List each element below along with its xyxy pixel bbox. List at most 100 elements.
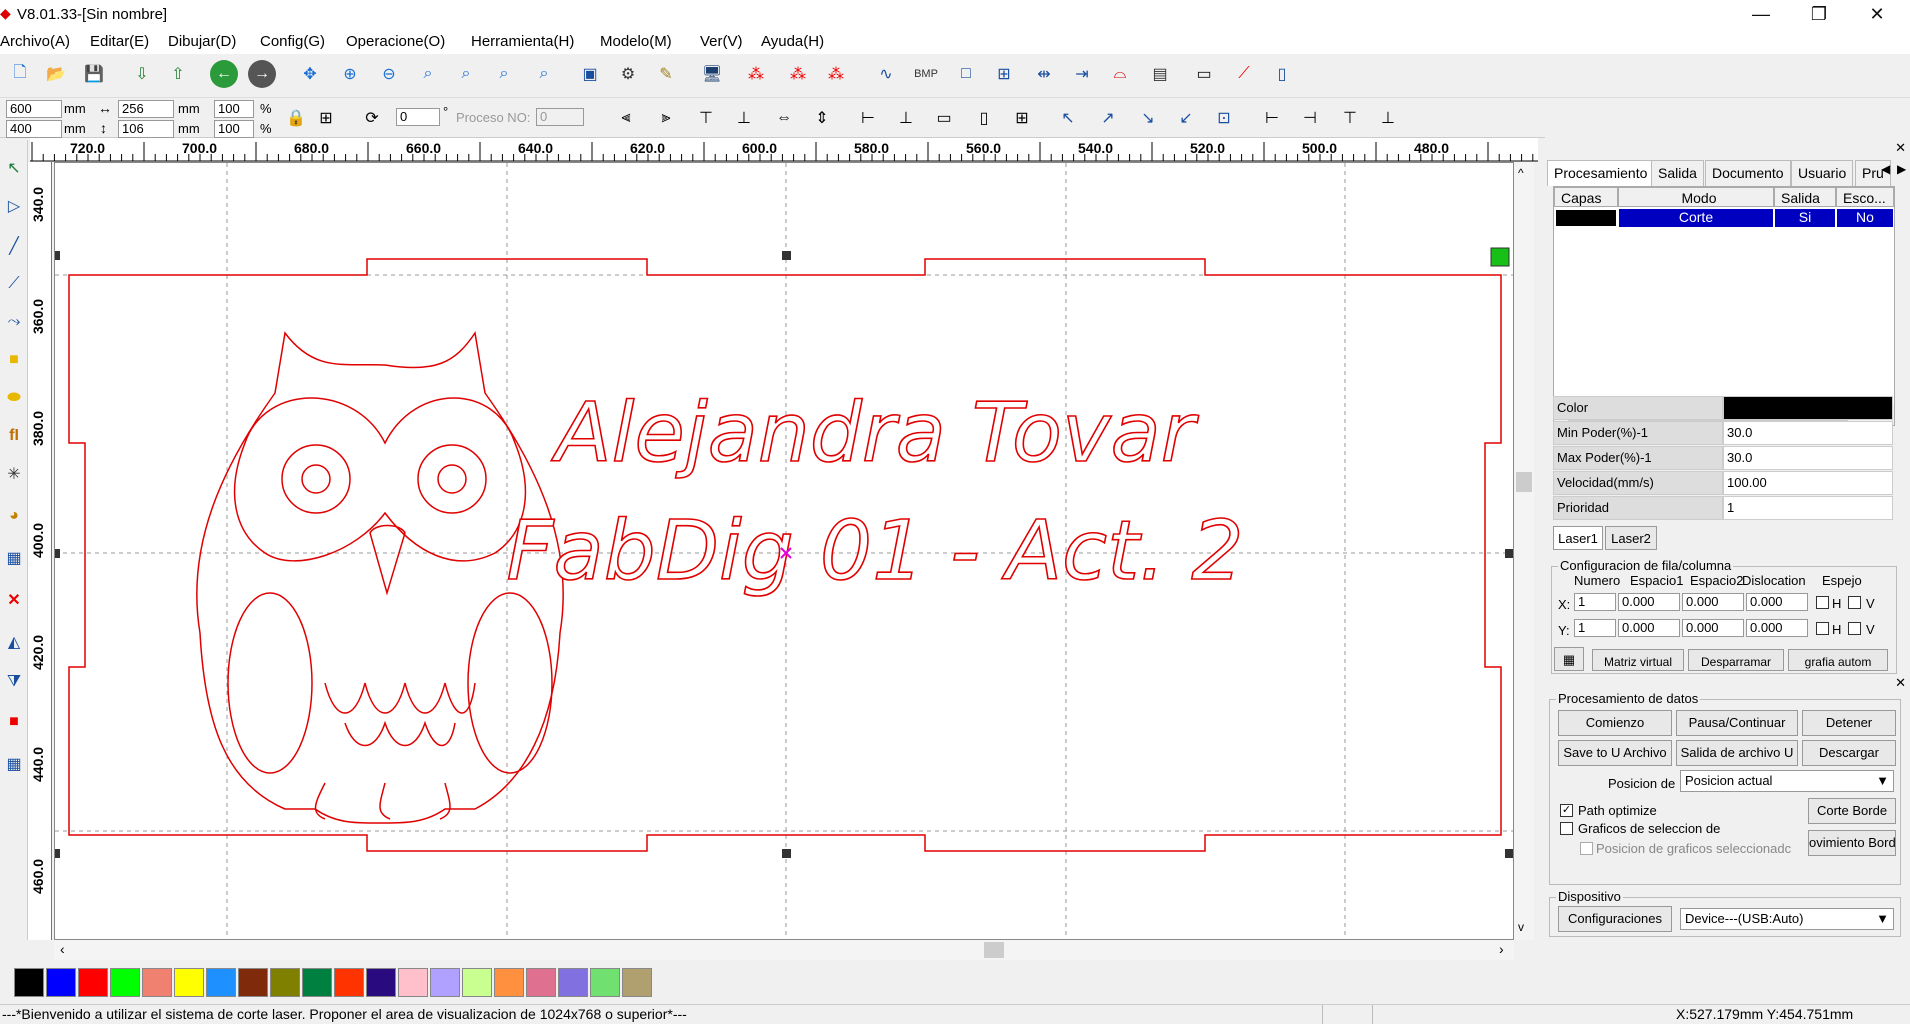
menu-operaciones[interactable]: Operacione(O) — [346, 33, 445, 50]
layer-hide[interactable]: No — [1837, 209, 1893, 227]
align-center-v-icon[interactable]: ⇔ — [770, 104, 798, 132]
speed-field[interactable]: 100.00 — [1723, 471, 1893, 495]
tab-documento[interactable]: Documento — [1705, 160, 1791, 186]
array-y-space2[interactable]: 0.000 — [1682, 619, 1744, 637]
output-u-file-button[interactable]: Salida de archivo U — [1676, 740, 1798, 766]
node-select-icon[interactable]: ▷ — [2, 192, 26, 220]
design-text-line1[interactable]: Alejandra Tovar — [550, 385, 1200, 482]
color-swatch[interactable] — [46, 968, 76, 997]
move-bottom-right-icon[interactable]: ↘ — [1134, 104, 1162, 132]
same-width-icon[interactable]: ⊢ — [854, 104, 882, 132]
pos-y-field[interactable]: 400 — [6, 120, 62, 138]
array-x-num[interactable]: 1 — [1574, 593, 1616, 611]
menu-dibujar[interactable]: Dibujar(D) — [168, 33, 236, 50]
undo-icon[interactable]: ← — [210, 60, 238, 88]
import-icon[interactable]: ⇩ — [128, 60, 156, 88]
move-right-icon[interactable]: ⊣ — [1296, 104, 1324, 132]
menu-editar[interactable]: Editar(E) — [90, 33, 149, 50]
weld-icon[interactable]: ⌓ — [1106, 60, 1134, 88]
move-top-left-icon[interactable]: ↖ — [1054, 104, 1082, 132]
array-preset-icon[interactable]: ▦ — [1554, 647, 1584, 671]
color-swatch[interactable] — [622, 968, 652, 997]
pan-icon[interactable]: ✥ — [296, 60, 324, 88]
select-arrow-icon[interactable]: ↖ — [2, 154, 26, 182]
distribute-v-icon[interactable]: ▯ — [970, 104, 998, 132]
measure-icon[interactable]: ▯ — [1268, 60, 1296, 88]
size-w-field[interactable]: 256 — [118, 100, 174, 118]
scatter-button[interactable]: Desparramar — [1688, 649, 1784, 671]
graficos-checkbox[interactable] — [1560, 822, 1573, 835]
array-icon[interactable]: ⁂ — [784, 60, 812, 88]
mirror-y-v-checkbox[interactable] — [1848, 622, 1861, 635]
distance-icon[interactable]: ⇹ — [1030, 60, 1058, 88]
download-button[interactable]: Descargar — [1802, 740, 1896, 766]
new-file-icon[interactable]: 🗋 — [6, 60, 34, 88]
delete-icon[interactable]: ✕ — [2, 586, 26, 614]
zoom-in-icon[interactable]: ⊕ — [336, 60, 364, 88]
movimiento-borde-button[interactable]: ovimiento Bord — [1808, 830, 1896, 856]
lock-ratio-icon[interactable]: 🔒 — [282, 104, 310, 132]
color-swatch[interactable] — [334, 968, 364, 997]
color-swatch[interactable] — [142, 968, 172, 997]
align-bottom-icon[interactable]: ⊥ — [730, 104, 758, 132]
rotate-field[interactable]: 0 — [396, 108, 440, 126]
color-swatch[interactable] — [398, 968, 428, 997]
monitor-icon[interactable]: 🖥 — [698, 60, 726, 88]
move-bottom-left-icon[interactable]: ↙ — [1172, 104, 1200, 132]
color-swatch[interactable] — [206, 968, 236, 997]
bitmap-icon[interactable]: BMP — [912, 60, 940, 88]
configurations-button[interactable]: Configuraciones — [1558, 906, 1672, 932]
tab-scroll-left-icon[interactable]: ◀ — [1881, 162, 1890, 176]
array-y-num[interactable]: 1 — [1574, 619, 1616, 637]
menu-config[interactable]: Config(G) — [260, 33, 325, 50]
polyline-icon[interactable]: ⟋ — [2, 270, 26, 298]
select-box-icon[interactable]: ▣ — [576, 60, 604, 88]
zoom-window-icon[interactable]: ⌕ — [414, 60, 442, 88]
menu-ver[interactable]: Ver(V) — [700, 33, 743, 50]
mirror-v-icon[interactable]: ⧩ — [2, 668, 26, 696]
rotate-icon[interactable]: ⟳ — [358, 104, 386, 132]
node-edit-icon[interactable]: ⚙ — [614, 60, 642, 88]
color-swatch[interactable] — [110, 968, 140, 997]
layer-color-swatch[interactable] — [1555, 209, 1617, 227]
color-swatch[interactable] — [590, 968, 620, 997]
min-power-field[interactable]: 30.0 — [1723, 421, 1893, 445]
color-swatch[interactable] — [494, 968, 524, 997]
align-left-icon[interactable]: ⫷ — [612, 104, 640, 132]
panel-close-icon[interactable]: ✕ — [1895, 140, 1906, 156]
tab-salida[interactable]: Salida — [1651, 160, 1704, 186]
tab-scroll-right-icon[interactable]: ▶ — [1897, 162, 1906, 176]
offset-icon[interactable]: ⇥ — [1068, 60, 1096, 88]
corte-borde-button[interactable]: Corte Borde — [1808, 798, 1896, 824]
mirror-y-h-checkbox[interactable] — [1816, 622, 1829, 635]
move-left-icon[interactable]: ⊢ — [1258, 104, 1286, 132]
minimize-button[interactable]: — — [1738, 0, 1784, 30]
cut-start-icon[interactable]: ■ — [2, 708, 26, 736]
grid-tool-icon[interactable]: ▦ — [2, 544, 26, 572]
laser-pointer-icon[interactable]: ⟋ — [1230, 60, 1258, 88]
camera-icon[interactable]: ▭ — [1190, 60, 1218, 88]
same-height-icon[interactable]: ⊥ — [892, 104, 920, 132]
color-swatch[interactable] — [526, 968, 556, 997]
zoom-out-icon[interactable]: ⊖ — [375, 60, 403, 88]
zoom-select-icon[interactable]: ⌕ — [530, 60, 558, 88]
menu-ayuda[interactable]: Ayuda(H) — [761, 33, 824, 50]
close-button[interactable]: ✕ — [1854, 0, 1900, 30]
scale-h-field[interactable]: 100 — [214, 120, 254, 138]
export-icon[interactable]: ⇧ — [164, 60, 192, 88]
array-x-space2[interactable]: 0.000 — [1682, 593, 1744, 611]
priority-field[interactable]: 1 — [1723, 496, 1893, 520]
color-swatch[interactable] — [174, 968, 204, 997]
text-tool-icon[interactable]: fI — [2, 422, 26, 450]
layer-output[interactable]: Si — [1775, 209, 1835, 227]
tab-laser2[interactable]: Laser2 — [1605, 526, 1657, 550]
color-swatch[interactable] — [430, 968, 460, 997]
array-x-dislocation[interactable]: 0.000 — [1746, 593, 1808, 611]
tab-usuario[interactable]: Usuario — [1791, 160, 1854, 186]
start-button[interactable]: Comienzo — [1558, 710, 1672, 736]
curve-icon[interactable]: ∿ — [872, 60, 900, 88]
color-swatch[interactable] — [78, 968, 108, 997]
move-down-icon[interactable]: ⊥ — [1374, 104, 1402, 132]
color-swatch[interactable] — [558, 968, 588, 997]
save-icon[interactable]: 💾 — [80, 60, 108, 88]
